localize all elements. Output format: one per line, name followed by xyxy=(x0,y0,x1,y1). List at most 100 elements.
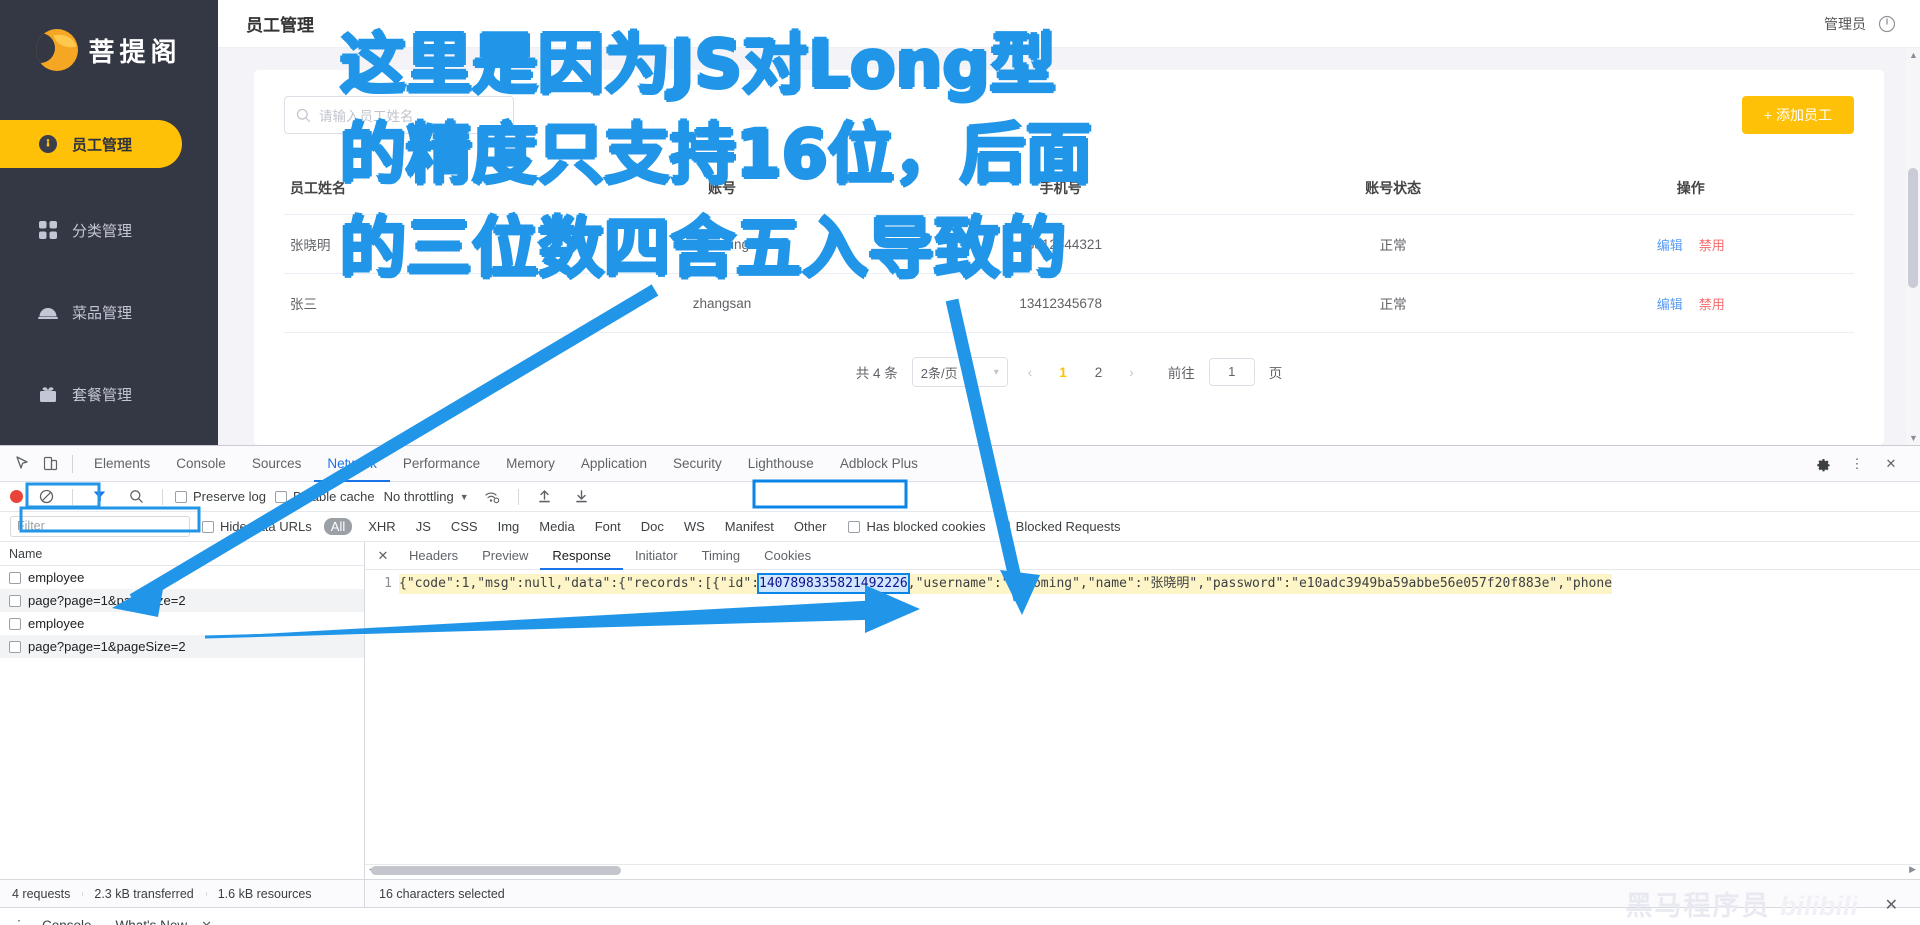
filter-type-ws[interactable]: WS xyxy=(680,518,709,535)
tab-performance[interactable]: Performance xyxy=(390,446,493,482)
filter-type-css[interactable]: CSS xyxy=(447,518,482,535)
checkbox-icon xyxy=(202,520,214,533)
tab-elements[interactable]: Elements xyxy=(81,446,163,482)
dish-icon xyxy=(38,302,58,322)
list-item[interactable]: page?page=1&pageSize=2 xyxy=(0,635,364,658)
clear-requests-icon[interactable] xyxy=(32,483,60,511)
scroll-down-icon[interactable]: ▼ xyxy=(1909,433,1918,443)
filter-type-img[interactable]: Img xyxy=(494,518,524,535)
filter-type-font[interactable]: Font xyxy=(591,518,625,535)
network-toolbar: Preserve log Disable cache No throttling… xyxy=(0,482,1920,512)
brand-name: 菩提阁 xyxy=(88,36,182,67)
goto-label: 前往 xyxy=(1167,366,1195,381)
detail-tab-timing[interactable]: Timing xyxy=(690,542,753,570)
table-header-row: 员工姓名 账号 手机号 账号状态 操作 xyxy=(284,162,1854,215)
filter-type-js[interactable]: JS xyxy=(412,518,435,535)
sidebar-item-employee[interactable]: 员工管理 xyxy=(0,120,182,168)
blocked-requests-checkbox[interactable]: Blocked Requests xyxy=(997,519,1120,534)
import-har-icon[interactable] xyxy=(531,483,559,511)
disable-cache-checkbox[interactable]: Disable cache xyxy=(274,489,375,504)
response-body[interactable]: 1 {"code":1,"msg":null,"data":{"records"… xyxy=(365,570,1920,879)
sidebar-item-combo[interactable]: 套餐管理 xyxy=(0,370,218,418)
device-toolbar-icon[interactable] xyxy=(36,450,64,478)
drawer-tab-whats-new[interactable]: What's New xyxy=(104,918,200,925)
throttling-select[interactable]: No throttling ▼ xyxy=(384,489,469,504)
hscrollbar-thumb[interactable] xyxy=(371,866,621,875)
filter-type-all[interactable]: All xyxy=(323,518,353,535)
edit-link[interactable]: 编辑 xyxy=(1657,297,1683,312)
drawer-close-icon[interactable]: ✕ xyxy=(201,918,212,925)
filter-type-manifest[interactable]: Manifest xyxy=(721,518,778,535)
next-page-button[interactable]: › xyxy=(1123,365,1140,380)
tab-console[interactable]: Console xyxy=(163,446,239,482)
checkbox-icon[interactable] xyxy=(9,571,21,584)
page-number-1[interactable]: 1 xyxy=(1052,365,1074,380)
network-body: Name employee page?page=1&pageSize=2 emp… xyxy=(0,542,1920,879)
list-item[interactable]: employee xyxy=(0,566,364,589)
checkbox-icon[interactable] xyxy=(9,640,21,653)
devtools-panel: Elements Console Sources Network Perform… xyxy=(0,445,1920,925)
tab-sources[interactable]: Sources xyxy=(239,446,315,482)
disable-link[interactable]: 禁用 xyxy=(1699,297,1725,312)
detail-tab-headers[interactable]: Headers xyxy=(397,542,470,570)
list-item[interactable]: employee xyxy=(0,612,364,635)
filter-type-doc[interactable]: Doc xyxy=(637,518,668,535)
search-requests-icon[interactable] xyxy=(122,483,150,511)
preserve-log-checkbox[interactable]: Preserve log xyxy=(175,489,266,504)
settings-gear-icon[interactable] xyxy=(1808,449,1838,479)
edit-link[interactable]: 编辑 xyxy=(1657,238,1683,253)
network-filter-bar: Filter Hide data URLs All XHR JS CSS Img… xyxy=(0,512,1920,542)
tab-memory[interactable]: Memory xyxy=(493,446,568,482)
detail-tab-preview[interactable]: Preview xyxy=(470,542,540,570)
inspect-element-icon[interactable] xyxy=(8,450,36,478)
goto-page-input[interactable]: 1 xyxy=(1208,358,1255,386)
selected-id-value[interactable]: 1407898335821492226 xyxy=(757,573,910,594)
corner-close-icon[interactable]: ✕ xyxy=(1885,895,1898,915)
add-employee-button[interactable]: + 添加员工 xyxy=(1741,96,1854,134)
tab-adblock-plus[interactable]: Adblock Plus xyxy=(827,446,931,482)
table-row: 张三 zhangsan 13412345678 正常 编辑 禁用 xyxy=(284,273,1854,333)
tab-network[interactable]: Network xyxy=(314,446,390,482)
drawer-more-icon[interactable]: ⋮ xyxy=(8,917,30,925)
page-size-select[interactable]: 2条/页 ▾ xyxy=(911,357,1008,387)
search-input[interactable]: 请输入员工姓名 xyxy=(284,96,514,134)
prev-page-button[interactable]: ‹ xyxy=(1022,365,1039,380)
scroll-right-icon[interactable]: ▶ xyxy=(1909,864,1916,875)
scrollbar-thumb[interactable] xyxy=(1908,168,1918,288)
total-label: 共 4 条 xyxy=(855,366,898,381)
filter-type-media[interactable]: Media xyxy=(535,518,578,535)
disable-link[interactable]: 禁用 xyxy=(1699,238,1725,253)
filter-funnel-icon[interactable] xyxy=(85,483,113,511)
preserve-log-label: Preserve log xyxy=(193,489,266,504)
drawer-tab-console[interactable]: Console xyxy=(30,918,104,925)
filter-type-xhr[interactable]: XHR xyxy=(364,518,399,535)
hide-data-urls-checkbox[interactable]: Hide data URLs xyxy=(202,519,312,534)
close-detail-icon[interactable]: ✕ xyxy=(373,546,393,566)
combo-icon xyxy=(38,384,58,404)
power-icon[interactable] xyxy=(1878,15,1896,33)
sidebar-item-category[interactable]: 分类管理 xyxy=(0,206,218,254)
response-suffix: ,"username":"xiaoming","name":"张晓明","pas… xyxy=(907,576,1613,591)
more-options-icon[interactable]: ⋮ xyxy=(1842,449,1872,479)
export-har-icon[interactable] xyxy=(568,483,596,511)
has-blocked-cookies-checkbox[interactable]: Has blocked cookies xyxy=(848,519,986,534)
list-item[interactable]: page?page=1&pageSize=2 xyxy=(0,589,364,612)
checkbox-icon[interactable] xyxy=(9,617,21,630)
checkbox-icon[interactable] xyxy=(9,594,21,607)
tab-lighthouse[interactable]: Lighthouse xyxy=(735,446,827,482)
tab-application[interactable]: Application xyxy=(568,446,660,482)
network-conditions-icon[interactable] xyxy=(478,483,506,511)
filter-type-other[interactable]: Other xyxy=(790,518,831,535)
user-area[interactable]: 管理员 xyxy=(1824,14,1896,34)
tab-security[interactable]: Security xyxy=(660,446,735,482)
page-scrollbar[interactable]: ▲ ▼ xyxy=(1906,48,1920,445)
page-number-2[interactable]: 2 xyxy=(1088,365,1110,380)
detail-tab-response[interactable]: Response xyxy=(540,542,623,570)
detail-tab-initiator[interactable]: Initiator xyxy=(623,542,690,570)
detail-tab-cookies[interactable]: Cookies xyxy=(752,542,823,570)
scroll-up-icon[interactable]: ▲ xyxy=(1909,50,1918,60)
close-devtools-icon[interactable]: ✕ xyxy=(1876,449,1906,479)
sidebar-item-dish[interactable]: 菜品管理 xyxy=(0,288,218,336)
filter-input[interactable]: Filter xyxy=(10,516,190,537)
record-button-icon[interactable] xyxy=(10,490,23,503)
